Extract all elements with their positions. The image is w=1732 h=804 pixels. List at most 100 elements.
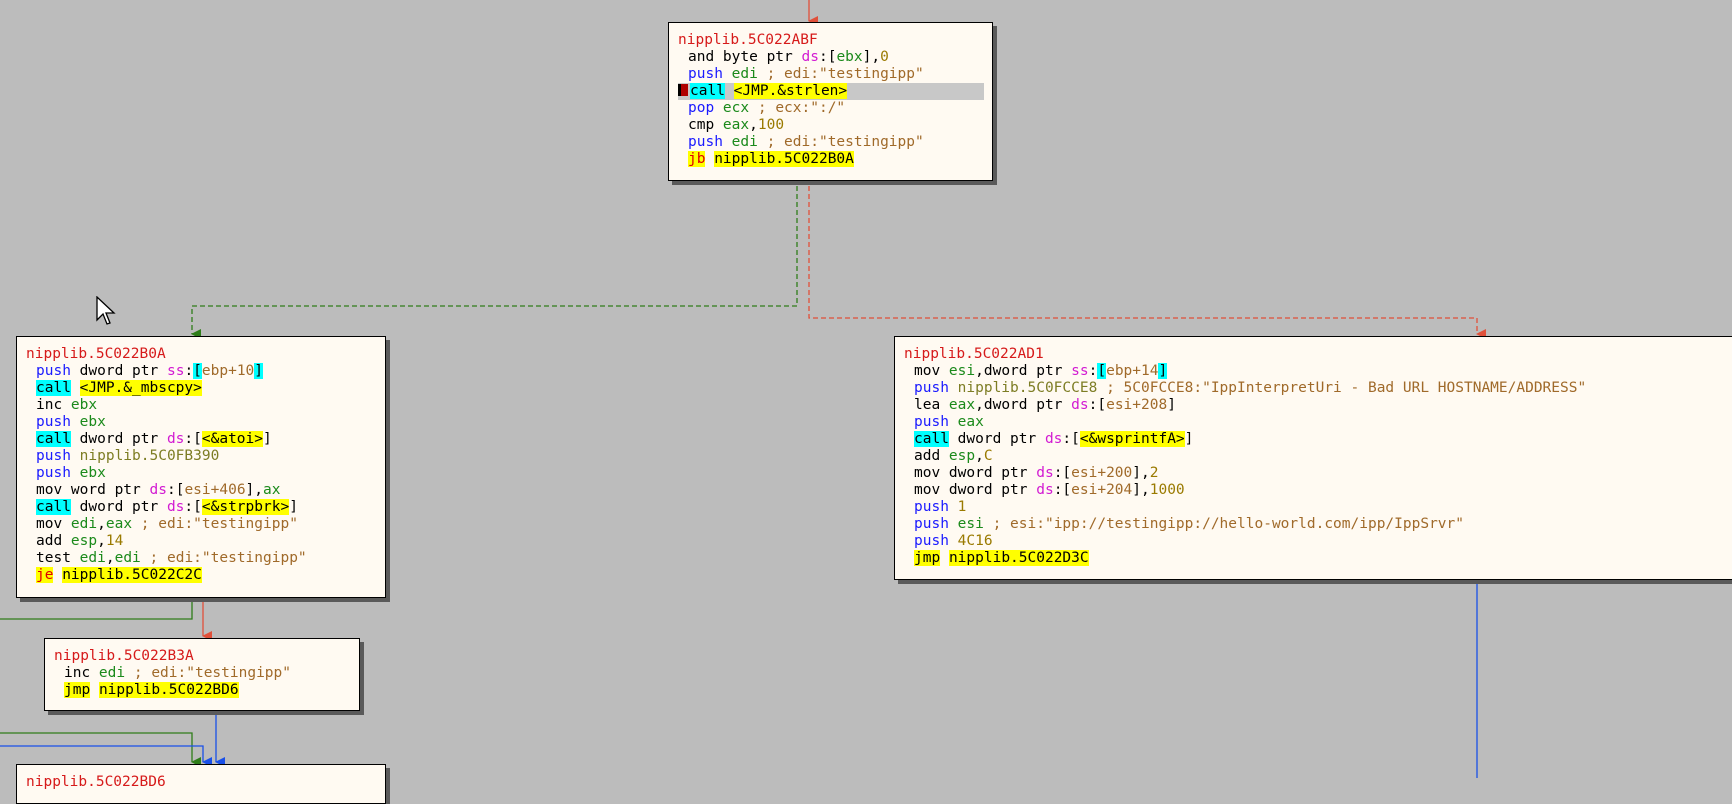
asm-token-seg: ds <box>166 431 185 447</box>
instruction-row[interactable]: mov dword ptr ds:[esi+204],1000 <box>904 482 1731 499</box>
instruction-row[interactable]: jmp nipplib.5C022BD6 <box>54 682 351 699</box>
block-label[interactable]: nipplib.5C022B0A <box>26 346 377 363</box>
asm-token-reg: ebx <box>79 414 106 430</box>
asm-token-call: call <box>36 380 71 396</box>
instruction-row[interactable]: call dword ptr ds:[<&wsprintfA>] <box>904 431 1731 448</box>
asm-token-txt: lea <box>914 397 949 413</box>
block-label[interactable]: nipplib.5C022BD6 <box>26 774 377 791</box>
asm-token-reg: ax <box>263 482 281 498</box>
instruction-row[interactable]: mov esi,dword ptr ss:[ebp+14] <box>904 363 1731 380</box>
instruction-row[interactable]: inc ebx <box>26 397 377 414</box>
asm-token-kw: push <box>36 448 80 464</box>
instruction-row[interactable]: test edi,edi ; edi:"testingipp" <box>26 550 377 567</box>
instruction-row[interactable]: cmp eax,100 <box>678 117 984 134</box>
instruction-row[interactable]: jb nipplib.5C022B0A <box>678 151 984 168</box>
asm-token-hl: nipplib.5C022D3C <box>948 550 1089 566</box>
asm-token-hl: nipplib.5C022B0A <box>714 151 854 167</box>
asm-token-hl: <&wsprintfA> <box>1079 431 1185 447</box>
asm-token-num: 0 <box>880 49 889 65</box>
block-label[interactable]: nipplib.5C022AD1 <box>904 346 1731 363</box>
asm-token-txt <box>71 380 80 396</box>
asm-token-kw: push <box>36 465 80 481</box>
asm-token-com: ; edi:"testingipp" <box>125 665 291 681</box>
instruction-row[interactable]: push 4C16 <box>904 533 1731 550</box>
instruction-row[interactable]: mov edi,eax ; edi:"testingipp" <box>26 516 377 533</box>
asm-token-txt: ], <box>245 482 264 498</box>
instruction-row[interactable]: push eax <box>904 414 1731 431</box>
asm-token-txt: mov word ptr <box>36 482 150 498</box>
instruction-row[interactable]: push edi ; edi:"testingipp" <box>678 66 984 83</box>
code-block-5C022BD6[interactable]: nipplib.5C022BD6 <box>16 764 386 804</box>
asm-token-com: ; edi:"testingipp" <box>140 550 307 566</box>
block-label[interactable]: nipplib.5C022B3A <box>54 648 351 665</box>
instruction-row[interactable]: add esp,C <box>904 448 1731 465</box>
instruction-row[interactable]: push nipplib.5C0FCCE8 ; 5C0FCCE8:"IppInt… <box>904 380 1731 397</box>
instruction-row[interactable]: jmp nipplib.5C022D3C <box>904 550 1731 567</box>
asm-token-com: esi+200 <box>1071 465 1133 481</box>
asm-token-call: call <box>914 431 949 447</box>
asm-token-addr: nipplib.5C0FB390 <box>79 448 220 464</box>
asm-token-txt: ] <box>1167 397 1176 413</box>
asm-token-txt: dword ptr <box>70 499 167 515</box>
instruction-row[interactable]: mov word ptr ds:[esi+406],ax <box>26 482 377 499</box>
asm-token-txt: inc <box>64 665 99 681</box>
instruction-row[interactable]: call dword ptr ds:[<&atoi>] <box>26 431 377 448</box>
block-label[interactable]: nipplib.5C022ABF <box>678 32 984 49</box>
code-block-5C022B3A[interactable]: nipplib.5C022B3A inc edi ; edi:"testingip… <box>44 638 360 711</box>
instruction-row[interactable]: push ebx <box>26 414 377 431</box>
asm-token-txt: :[ <box>1053 465 1072 481</box>
instruction-row[interactable]: push 1 <box>904 499 1731 516</box>
instruction-row[interactable]: push dword ptr ss:[ebp+10] <box>26 363 377 380</box>
asm-token-kw: push <box>688 134 732 150</box>
asm-token-kw: push <box>688 66 732 82</box>
asm-token-seg: ds <box>1036 465 1054 481</box>
asm-token-reg: ebx <box>836 49 863 65</box>
instruction-row[interactable]: mov dword ptr ds:[esi+200],2 <box>904 465 1731 482</box>
asm-token-txt <box>940 550 949 566</box>
asm-token-kw: push <box>914 499 958 515</box>
asm-token-reg: eax <box>722 117 750 133</box>
asm-token-reg: edi <box>731 66 758 82</box>
asm-token-txt: ], <box>1132 482 1150 498</box>
asm-token-txt: ,dword ptr <box>975 397 1072 413</box>
instruction-row[interactable]: lea eax,dword ptr ds:[esi+208] <box>904 397 1731 414</box>
instruction-row[interactable]: and byte ptr ds:[ebx],0 <box>678 49 984 66</box>
asm-token-txt: :[ <box>166 482 185 498</box>
asm-token-seg: ds <box>166 499 185 515</box>
asm-token-txt: , <box>97 533 106 549</box>
code-block-5C022ABF[interactable]: nipplib.5C022ABF and byte ptr ds:[ebx],0 p… <box>668 22 993 181</box>
asm-token-hl: <&atoi> <box>201 431 263 447</box>
asm-token-txt <box>705 151 714 167</box>
asm-token-txt <box>90 682 99 698</box>
asm-token-kw: push <box>914 533 958 549</box>
instruction-row[interactable]: push esi ; esi:"ipp://testingipp://hello… <box>904 516 1731 533</box>
instruction-row[interactable]: add esp,14 <box>26 533 377 550</box>
asm-token-txt: ] <box>1184 431 1194 447</box>
asm-token-txt: mov <box>36 516 71 532</box>
code-block-5C022B0A[interactable]: nipplib.5C022B0A push dword ptr ss:[ebp+1… <box>16 336 386 598</box>
asm-token-jcc: je <box>36 567 54 583</box>
asm-token-txt: :[ <box>1053 482 1072 498</box>
instruction-row[interactable]: call <JMP.&_mbscpy> <box>26 380 377 397</box>
breakpoint-icon[interactable] <box>678 84 688 96</box>
instruction-row[interactable]: inc edi ; edi:"testingipp" <box>54 665 351 682</box>
instruction-row[interactable]: je nipplib.5C022C2C <box>26 567 377 584</box>
asm-token-txt: mov dword ptr <box>914 465 1037 481</box>
edge-into-bottom-green <box>0 732 201 767</box>
asm-token-reg: ecx <box>722 100 750 116</box>
code-block-5C022AD1[interactable]: nipplib.5C022AD1 mov esi,dword ptr ss:[eb… <box>894 336 1732 580</box>
asm-token-reg: esi <box>948 363 976 379</box>
instruction-row[interactable]: pop ecx ; ecx:":/" <box>678 100 984 117</box>
instruction-row[interactable]: push nipplib.5C0FB390 <box>26 448 377 465</box>
asm-token-seg: ss <box>1071 363 1089 379</box>
asm-token-num: 2 <box>1149 465 1159 481</box>
asm-token-com: ebp+14 <box>1106 363 1159 379</box>
asm-token-hlbr: ] <box>1158 363 1168 379</box>
current-instruction-row[interactable]: call <JMP.&strlen> <box>678 83 984 100</box>
asm-token-reg: esp <box>70 533 98 549</box>
instruction-row[interactable]: push ebx <box>26 465 377 482</box>
instruction-row[interactable]: call dword ptr ds:[<&strpbrk>] <box>26 499 377 516</box>
asm-token-txt: test <box>36 550 80 566</box>
asm-token-txt: , <box>97 516 106 532</box>
instruction-row[interactable]: push edi ; edi:"testingipp" <box>678 134 984 151</box>
